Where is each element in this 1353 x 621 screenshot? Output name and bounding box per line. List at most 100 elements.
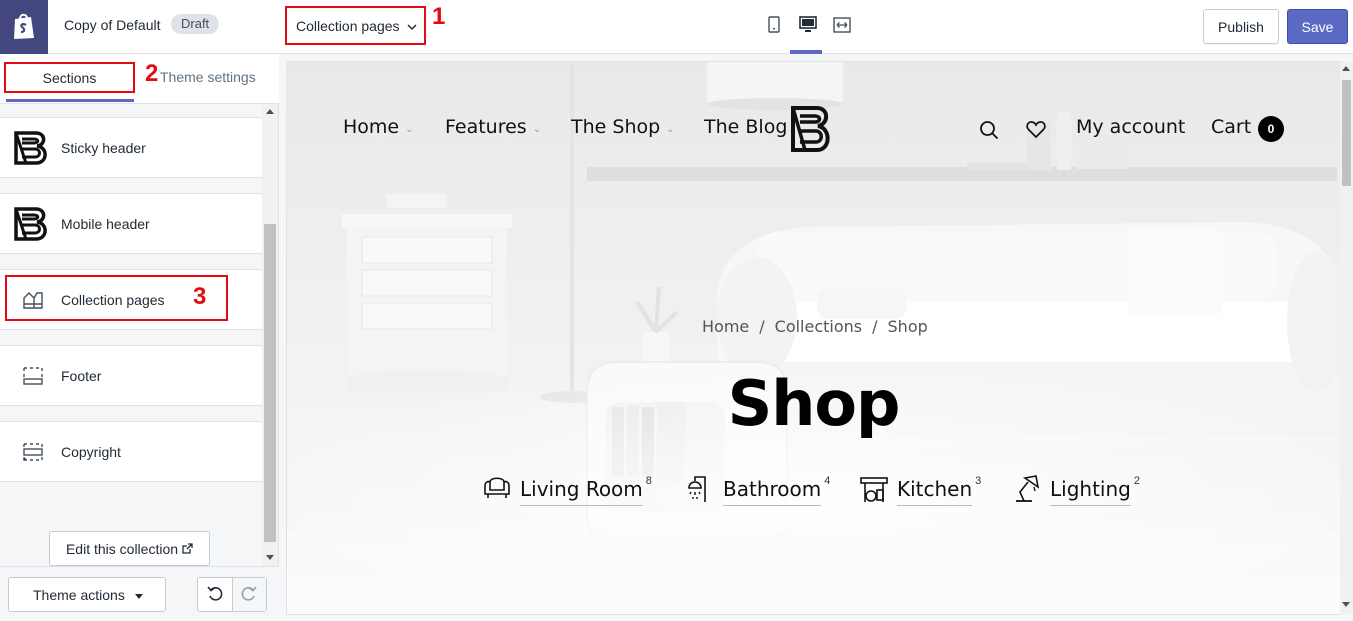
scroll-up-arrow-icon[interactable] [266, 109, 274, 114]
theme-name: Copy of Default [64, 17, 161, 33]
nav-item-features[interactable]: Features ⌄ [445, 116, 541, 138]
caret-down-icon [135, 594, 143, 599]
save-button[interactable]: Save [1287, 9, 1348, 44]
fullscreen-view-icon [833, 16, 851, 36]
category-name: Lighting [1050, 477, 1131, 506]
shopify-logo[interactable] [0, 0, 48, 54]
sidebar-scroll-thumb[interactable] [264, 224, 276, 542]
mobile-view-button[interactable] [762, 14, 786, 38]
section-item-footer[interactable]: Footer [0, 345, 262, 406]
shower-icon [683, 472, 717, 506]
category-count: 8 [645, 475, 652, 487]
category-bathroom[interactable]: Bathroom 4 [683, 472, 830, 506]
breadcrumb-separator: / [759, 317, 765, 336]
viewport-switcher [762, 14, 854, 38]
nav-label-the-shop: The Shop [571, 116, 661, 138]
section-item-collection-pages[interactable]: Collection pages [0, 269, 262, 330]
collection-icon [11, 278, 55, 322]
store-preview: Home ⌄ Features ⌄ The Shop ⌄ The Blog My… [287, 62, 1340, 614]
undo-button[interactable] [198, 578, 232, 611]
breadcrumb: Home / Collections / Shop [702, 317, 928, 336]
section-item-mobile-header[interactable]: Mobile header [0, 193, 262, 254]
chevron-down-icon: ⌄ [666, 123, 675, 135]
section-label-sticky-header: Sticky header [61, 139, 146, 156]
wishlist-heart-icon[interactable] [1026, 120, 1046, 142]
nav-label-features: Features [445, 116, 527, 138]
category-lighting[interactable]: Lighting 2 [1010, 472, 1140, 506]
chevron-down-icon: ⌄ [532, 123, 542, 135]
nav-item-the-shop[interactable]: The Shop ⌄ [571, 116, 675, 138]
brand-logo-icon [11, 126, 55, 170]
annotation-number-3: 3 [193, 283, 207, 310]
desktop-view-button[interactable] [796, 14, 820, 38]
category-list: Living Room 8 Bathroom 4 Kitchen 3 Light… [287, 472, 1340, 512]
section-label-mobile-header: Mobile header [61, 215, 150, 232]
breadcrumb-current: Shop [887, 317, 928, 336]
page-selector-value: Collection pages [296, 17, 400, 34]
tab-sections[interactable]: Sections [4, 62, 135, 93]
section-item-sticky-header[interactable]: Sticky header [0, 117, 262, 178]
scroll-up-arrow-icon[interactable] [1342, 66, 1350, 71]
desktop-view-icon [799, 16, 817, 36]
nav-item-the-blog[interactable]: The Blog [704, 116, 787, 138]
annotation-number-1: 1 [432, 3, 446, 30]
sidebar-tabs: Sections 2 Theme settings [0, 54, 279, 104]
breadcrumb-home[interactable]: Home [702, 317, 749, 336]
page-selector-dropdown[interactable]: Collection pages [285, 6, 426, 45]
nav-item-home[interactable]: Home ⌄ [343, 116, 414, 138]
breadcrumb-collections[interactable]: Collections [775, 317, 862, 336]
copyright-icon [11, 430, 55, 474]
redo-icon [241, 585, 258, 604]
tab-theme-settings[interactable]: Theme settings [160, 69, 256, 85]
chevron-down-icon: ⌄ [405, 123, 414, 135]
nav-label-my-account: My account [1076, 116, 1186, 138]
section-label-footer: Footer [61, 367, 102, 384]
category-name: Living Room [520, 477, 643, 506]
mobile-view-icon [768, 16, 780, 36]
redo-button[interactable] [231, 578, 266, 611]
edit-collection-button[interactable]: Edit this collection [49, 531, 210, 566]
fullscreen-view-button[interactable] [830, 14, 854, 38]
nav-item-cart[interactable]: Cart [1211, 116, 1251, 138]
kitchen-icon [857, 472, 891, 506]
brand-logo-icon [11, 202, 55, 246]
nav-item-my-account[interactable]: My account [1076, 116, 1185, 138]
undo-icon [207, 585, 223, 604]
active-view-indicator [790, 50, 822, 54]
section-label-collection-pages: Collection pages [61, 291, 165, 308]
undo-redo-group [197, 577, 267, 612]
page-title: Shop [727, 367, 901, 440]
footer-icon [11, 354, 55, 398]
category-count: 2 [1133, 475, 1140, 487]
lamp-icon [1010, 472, 1044, 506]
cart-count-badge: 0 [1258, 116, 1284, 142]
sidebar-footer: Theme actions [0, 566, 279, 621]
category-count: 3 [975, 475, 982, 487]
nav-label-the-blog: The Blog [704, 116, 788, 138]
theme-actions-button[interactable]: Theme actions [8, 577, 166, 612]
sidebar-scrollbar[interactable] [262, 104, 278, 566]
store-logo[interactable] [787, 102, 837, 161]
shopify-bag-icon [11, 11, 37, 44]
external-link-icon [182, 541, 193, 557]
draft-badge: Draft [171, 14, 220, 34]
publish-button[interactable]: Publish [1203, 9, 1279, 44]
breadcrumb-separator: / [872, 317, 878, 336]
theme-actions-label: Theme actions [33, 586, 125, 603]
search-icon[interactable] [979, 120, 999, 143]
category-name: Kitchen [897, 477, 973, 506]
edit-collection-label: Edit this collection [65, 540, 179, 557]
preview-scroll-thumb[interactable] [1342, 80, 1351, 186]
section-label-copyright: Copyright [61, 443, 121, 460]
category-kitchen[interactable]: Kitchen 3 [857, 472, 981, 506]
preview-scrollbar[interactable] [1340, 62, 1353, 614]
sidebar: Sections 2 Theme settings Sticky header [0, 54, 279, 621]
scroll-down-arrow-icon[interactable] [1342, 602, 1350, 607]
category-living-room[interactable]: Living Room 8 [480, 472, 652, 506]
scroll-down-arrow-icon[interactable] [266, 555, 274, 560]
section-item-copyright[interactable]: Copyright [0, 421, 262, 482]
category-name: Bathroom [723, 477, 822, 506]
category-count: 4 [824, 475, 831, 487]
armchair-icon [480, 472, 514, 506]
top-bar: Copy of Default Draft Collection pages 1… [0, 0, 1353, 54]
